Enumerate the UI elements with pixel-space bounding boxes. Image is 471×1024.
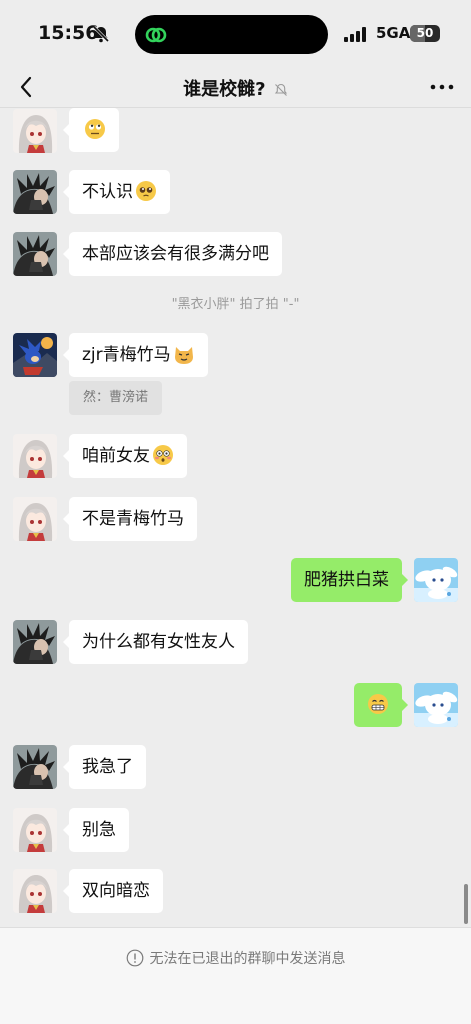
system-notice: "黑衣小胖" 拍了拍 "-" [171, 297, 300, 312]
message-text: 双向暗恋 [82, 881, 150, 901]
avatar-dark-hair-boy[interactable] [13, 170, 57, 214]
avatar-cinnamoroll[interactable] [414, 558, 458, 602]
battery-percent: 50 [416, 26, 434, 40]
message-bubble[interactable] [63, 108, 119, 152]
grimacing-face-emoji [367, 693, 389, 715]
message-text: 不认识 [82, 182, 133, 202]
scrollbar[interactable] [464, 884, 468, 924]
footer-notice: 无法在已退出的群聊中发送消息 [0, 948, 471, 968]
more-options-icon[interactable] [428, 76, 456, 98]
flushed-face-emoji [152, 444, 174, 466]
network-type: 5GA [376, 24, 411, 42]
rolling-eyes-emoji [84, 118, 106, 140]
quoted-message[interactable]: 然：曹滂诺 [69, 381, 163, 415]
message-text: 为什么都有女性友人 [82, 632, 235, 652]
message-text: 咱前女友 [82, 446, 150, 466]
avatar-dark-hair-boy[interactable] [13, 620, 57, 664]
message-text: 我急了 [82, 757, 133, 777]
message-text: zjr青梅竹马 [82, 345, 171, 365]
message-bubble[interactable]: 本部应该会有很多满分吧 [63, 232, 282, 276]
message-bubble[interactable]: 咱前女友 [63, 434, 187, 478]
avatar-dark-hair-boy[interactable] [13, 232, 57, 276]
message-bubble[interactable]: 别急 [63, 808, 129, 852]
battery-indicator: 50 [410, 25, 440, 42]
message-text: 不是青梅竹马 [82, 509, 184, 529]
bell-off-icon [92, 25, 110, 43]
input-disabled-bar: 无法在已退出的群聊中发送消息 [0, 927, 471, 1024]
avatar-sonic[interactable] [13, 333, 57, 377]
message-bubble[interactable]: 不是青梅竹马 [63, 497, 197, 541]
link-app-icon [145, 27, 167, 43]
dynamic-island [135, 15, 328, 54]
message-bubble[interactable]: 双向暗恋 [63, 869, 163, 913]
avatar-anime-girl[interactable] [13, 497, 57, 541]
message-text: 本部应该会有很多满分吧 [82, 244, 269, 264]
avatar-anime-girl[interactable] [13, 869, 57, 913]
pleading-face-emoji [135, 180, 157, 202]
avatar-anime-girl[interactable] [13, 808, 57, 852]
cat-face-emoji [173, 343, 195, 365]
message-bubble-self[interactable] [354, 683, 408, 727]
message-bubble-self[interactable]: 肥猪拱白菜 [291, 558, 408, 602]
status-bar: 15:56 5GA 50 [0, 0, 471, 66]
chat-header: 谁是校雠? [0, 66, 471, 108]
avatar-dark-hair-boy[interactable] [13, 745, 57, 789]
chat-title-group: 谁是校雠? [0, 75, 471, 101]
message-text: 肥猪拱白菜 [304, 570, 389, 590]
mute-bell-icon [274, 83, 287, 96]
message-text: 别急 [82, 820, 116, 840]
status-time: 15:56 [38, 22, 99, 44]
avatar-cinnamoroll[interactable] [414, 683, 458, 727]
footer-notice-text: 无法在已退出的群聊中发送消息 [149, 951, 346, 967]
info-icon [126, 949, 143, 966]
message-bubble[interactable]: 我急了 [63, 745, 146, 789]
avatar-anime-girl[interactable] [13, 434, 57, 478]
message-bubble[interactable]: 不认识 [63, 170, 170, 214]
message-bubble[interactable]: zjr青梅竹马 [63, 333, 208, 377]
chat-title: 谁是校雠? [183, 79, 266, 100]
avatar-anime-girl[interactable] [13, 109, 57, 153]
cellular-signal-icon [344, 27, 366, 42]
message-bubble[interactable]: 为什么都有女性友人 [63, 620, 248, 664]
